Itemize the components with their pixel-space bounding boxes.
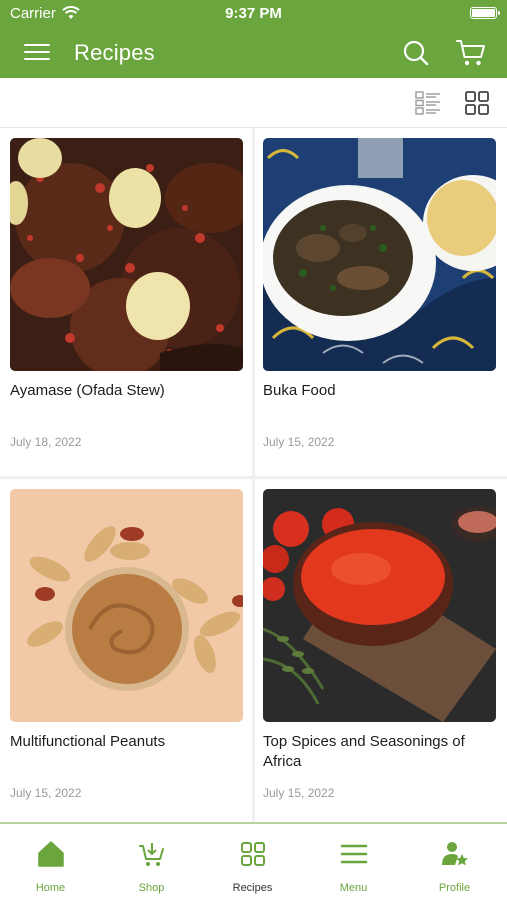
home-icon xyxy=(37,841,64,867)
recipe-title: Multifunctional Peanuts xyxy=(10,733,166,750)
menu-lines-icon xyxy=(340,844,367,864)
recipe-image-buka-food xyxy=(263,138,496,371)
recipes-grid-icon xyxy=(240,842,265,866)
cart-icon[interactable] xyxy=(455,38,487,68)
recipe-grid: Ayamase (Ofada Stew) July 18, 2022 Buka … xyxy=(0,128,507,827)
nav-shop[interactable]: Shop xyxy=(101,824,202,900)
nav-recipes-label: Recipes xyxy=(232,882,273,894)
bottom-nav: Home Shop Recipes Menu Profile xyxy=(0,822,507,900)
recipe-image-peanuts xyxy=(10,489,243,722)
profile-star-icon xyxy=(441,842,468,866)
list-view-icon[interactable] xyxy=(415,91,441,115)
recipe-card[interactable]: Top Spices and Seasonings of Africa July… xyxy=(255,479,507,827)
recipe-title: Top Spices and Seasonings of Africa xyxy=(263,733,465,770)
status-time: 9:37 PM xyxy=(225,5,282,22)
view-toolbar xyxy=(0,78,507,128)
recipe-date: July 15, 2022 xyxy=(263,435,335,449)
grid-view-icon[interactable] xyxy=(465,91,489,115)
battery-icon xyxy=(470,7,500,19)
recipe-title: Ayamase (Ofada Stew) xyxy=(10,382,165,399)
status-bar: Carrier 9:37 PM xyxy=(0,0,507,27)
menu-icon[interactable] xyxy=(24,41,52,63)
recipe-title: Buka Food xyxy=(263,382,336,399)
nav-home-label: Home xyxy=(35,882,66,894)
recipe-image-ayamase xyxy=(10,138,243,371)
page-title: Recipes xyxy=(74,40,155,65)
nav-home[interactable]: Home xyxy=(0,824,101,900)
recipe-card[interactable]: Buka Food July 15, 2022 xyxy=(255,128,507,476)
nav-profile-label: Profile xyxy=(438,882,471,894)
nav-recipes[interactable]: Recipes xyxy=(202,824,303,900)
recipe-card[interactable]: Multifunctional Peanuts July 15, 2022 xyxy=(0,479,252,827)
recipe-date: July 15, 2022 xyxy=(10,786,82,800)
app-bar: Recipes xyxy=(0,27,507,78)
nav-shop-label: Shop xyxy=(138,882,165,894)
nav-menu-label: Menu xyxy=(339,882,368,894)
search-icon[interactable] xyxy=(402,39,430,67)
recipe-image-spices xyxy=(263,489,496,722)
recipe-date: July 15, 2022 xyxy=(263,786,335,800)
recipe-card[interactable]: Ayamase (Ofada Stew) July 18, 2022 xyxy=(0,128,252,476)
nav-profile[interactable]: Profile xyxy=(404,824,505,900)
recipe-date: July 18, 2022 xyxy=(10,435,82,449)
shop-cart-icon xyxy=(138,843,164,866)
nav-menu[interactable]: Menu xyxy=(303,824,404,900)
